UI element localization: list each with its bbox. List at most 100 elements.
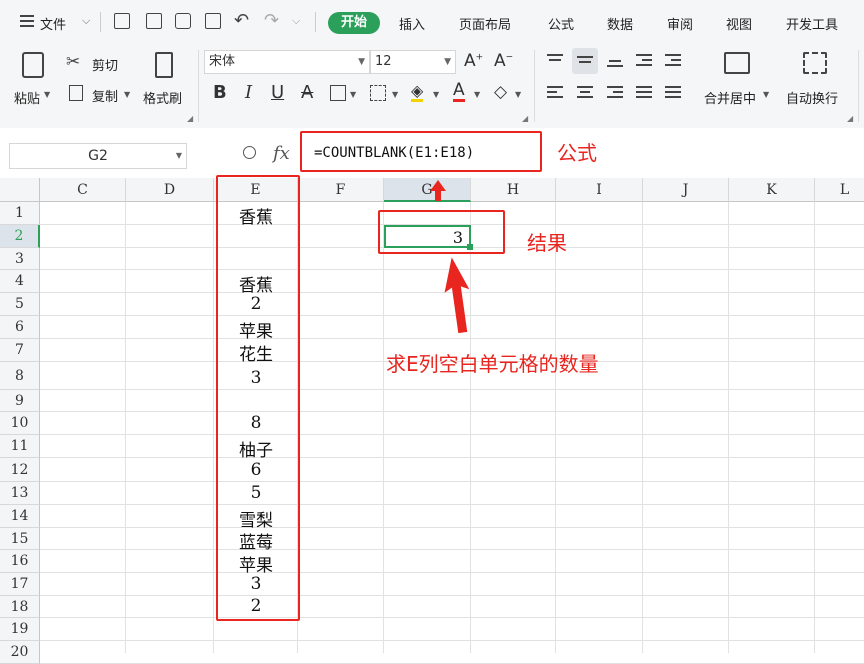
eraser-icon[interactable]: ◇ <box>494 82 507 102</box>
column-header-c[interactable]: C <box>40 178 126 202</box>
print-icon[interactable] <box>175 13 191 29</box>
merge-center-icon[interactable] <box>724 52 750 74</box>
export-pdf-icon[interactable] <box>146 13 162 29</box>
fill-color-icon[interactable]: ◈ <box>411 82 424 102</box>
dialog-launcher-icon[interactable]: ◢ <box>522 114 528 123</box>
chevron-down-icon[interactable]: ⌵ <box>82 14 90 28</box>
undo-icon[interactable]: ↶ <box>234 10 249 31</box>
font-name-select[interactable]: 宋体 ▼ <box>204 50 370 74</box>
chevron-down-icon[interactable]: ▼ <box>44 90 50 99</box>
column-header-i[interactable]: I <box>556 178 643 202</box>
column-gridline <box>642 202 643 653</box>
border-icon[interactable] <box>330 85 346 101</box>
tab-data[interactable]: 数据 <box>607 14 633 33</box>
row-header-3[interactable]: 3 <box>0 248 40 270</box>
decrease-font-icon[interactable]: A− <box>494 51 513 71</box>
bold-icon[interactable]: B <box>213 82 227 103</box>
column-header-l[interactable]: L <box>815 178 864 202</box>
italic-icon[interactable]: I <box>245 82 252 103</box>
column-header-f[interactable]: F <box>298 178 384 202</box>
row-header-19[interactable]: 19 <box>0 618 40 641</box>
scissors-icon[interactable]: ✂ <box>66 52 80 72</box>
chevron-down-icon[interactable]: ▼ <box>474 90 480 99</box>
underline-icon[interactable]: U <box>271 82 284 103</box>
zoom-icon[interactable] <box>243 146 256 159</box>
strikethrough-icon[interactable]: A <box>301 82 313 103</box>
row-header-18[interactable]: 18 <box>0 596 40 618</box>
align-right-icon[interactable] <box>607 86 623 101</box>
tab-developer[interactable]: 开发工具 <box>786 14 838 33</box>
dialog-launcher-icon[interactable]: ◢ <box>187 114 193 123</box>
name-box[interactable]: G2 ▼ <box>9 143 187 169</box>
select-all-corner[interactable] <box>0 178 40 202</box>
align-bottom-icon[interactable] <box>607 60 623 70</box>
font-color-icon[interactable]: A <box>453 81 465 102</box>
format-painter-icon[interactable] <box>155 52 173 78</box>
row-header-6[interactable]: 6 <box>0 316 40 339</box>
redo-icon[interactable]: ↷ <box>264 10 279 31</box>
row-header-15[interactable]: 15 <box>0 528 40 550</box>
row-header-13[interactable]: 13 <box>0 482 40 505</box>
dialog-launcher-icon[interactable]: ◢ <box>847 114 853 123</box>
tab-page-layout[interactable]: 页面布局 <box>459 14 511 33</box>
increase-indent-icon[interactable] <box>665 54 681 69</box>
row-header-7[interactable]: 7 <box>0 339 40 362</box>
distributed-align-icon[interactable] <box>665 86 681 101</box>
result-annotation: 结果 <box>527 231 567 255</box>
chevron-down-icon[interactable]: ▼ <box>433 90 439 99</box>
row-header-2[interactable]: 2 <box>0 225 40 248</box>
print-preview-icon[interactable] <box>205 13 221 29</box>
column-header-j[interactable]: J <box>643 178 729 202</box>
wrap-text-icon[interactable] <box>803 52 827 74</box>
copy-icon[interactable] <box>69 85 83 101</box>
fx-icon[interactable]: fx <box>273 143 290 164</box>
row-header-10[interactable]: 10 <box>0 412 40 435</box>
align-middle-icon[interactable] <box>572 48 598 74</box>
row-header-8[interactable]: 8 <box>0 362 40 390</box>
chevron-down-icon[interactable]: ▼ <box>515 90 521 99</box>
row-header-17[interactable]: 17 <box>0 573 40 596</box>
column-e-highlight-box <box>216 175 300 621</box>
align-top-icon[interactable] <box>547 54 563 64</box>
tab-formulas[interactable]: 公式 <box>548 14 574 33</box>
align-left-icon[interactable] <box>547 86 563 101</box>
increase-font-icon[interactable]: A+ <box>464 51 483 71</box>
tab-insert[interactable]: 插入 <box>399 14 425 33</box>
tab-home[interactable]: 开始 <box>328 12 380 34</box>
tab-review[interactable]: 审阅 <box>667 14 693 33</box>
row-header-14[interactable]: 14 <box>0 505 40 528</box>
copy-button[interactable]: 复制 <box>92 86 118 105</box>
chevron-down-icon[interactable]: ▼ <box>763 90 769 99</box>
column-header-d[interactable]: D <box>126 178 214 202</box>
save-icon[interactable] <box>114 13 130 29</box>
row-header-12[interactable]: 12 <box>0 458 40 482</box>
fill-style-icon[interactable] <box>370 85 386 101</box>
column-header-k[interactable]: K <box>729 178 815 202</box>
row-header-11[interactable]: 11 <box>0 435 40 458</box>
row-header-1[interactable]: 1 <box>0 202 40 225</box>
chevron-down-icon[interactable]: ⌵ <box>292 14 300 28</box>
chevron-down-icon[interactable]: ▼ <box>350 90 356 99</box>
ribbon: 粘贴 ▼ ✂ 剪切 复制 ▼ 格式刷 宋体 ▼ 12 ▼ A+ A− B I U… <box>0 44 864 129</box>
chevron-down-icon[interactable]: ▼ <box>124 90 130 99</box>
row-gridline <box>40 338 864 339</box>
column-header-h[interactable]: H <box>471 178 556 202</box>
row-header-5[interactable]: 5 <box>0 293 40 316</box>
merge-center-button[interactable]: 合并居中 <box>704 88 756 107</box>
row-header-9[interactable]: 9 <box>0 390 40 412</box>
row-header-4[interactable]: 4 <box>0 270 40 293</box>
paste-icon[interactable] <box>22 52 44 78</box>
align-center-icon[interactable] <box>577 86 593 101</box>
format-painter-button[interactable]: 格式刷 <box>143 88 182 107</box>
chevron-down-icon[interactable]: ▼ <box>392 90 398 99</box>
font-size-select[interactable]: 12 ▼ <box>370 50 456 74</box>
paste-button[interactable]: 粘贴 <box>14 88 40 107</box>
tab-view[interactable]: 视图 <box>726 14 752 33</box>
decrease-indent-icon[interactable] <box>636 54 652 69</box>
menu-icon[interactable] <box>20 15 34 27</box>
row-header-16[interactable]: 16 <box>0 550 40 573</box>
cut-button[interactable]: 剪切 <box>92 55 118 74</box>
file-menu[interactable]: 文件 <box>40 14 66 33</box>
justify-icon[interactable] <box>636 86 652 101</box>
wrap-text-button[interactable]: 自动换行 <box>786 88 838 107</box>
